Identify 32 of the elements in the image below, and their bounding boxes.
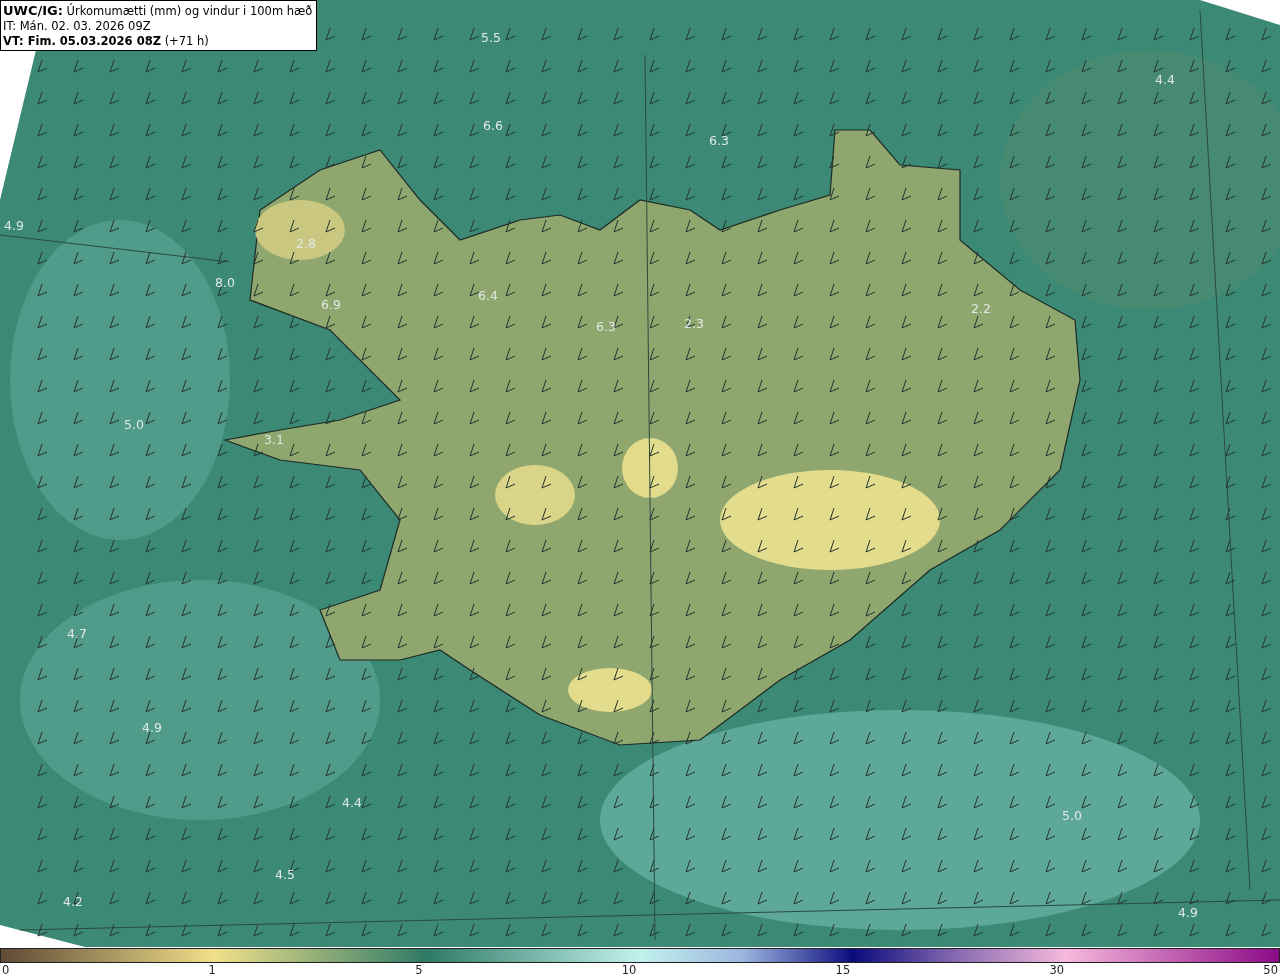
colorbar-tick-label: 15 — [835, 963, 851, 977]
value-label: 5.5 — [481, 31, 501, 45]
value-label: 4.9 — [1178, 906, 1198, 920]
value-label: 4.2 — [63, 895, 83, 909]
value-label: 3.1 — [264, 433, 284, 447]
value-label: 4.5 — [275, 868, 295, 882]
value-label: 4.7 — [67, 627, 87, 641]
value-label: 5.0 — [1062, 809, 1082, 823]
value-label: 2.8 — [296, 237, 316, 251]
value-label: 2.2 — [971, 302, 991, 316]
value-label: 8.0 — [215, 276, 235, 290]
colorbar-tick-label: 1 — [208, 963, 216, 977]
value-label: 4.4 — [342, 796, 362, 810]
value-label: 6.3 — [709, 134, 729, 148]
map-title: Úrkomumætti (mm) og vindur i 100m hæð — [66, 4, 313, 18]
value-label: 4.4 — [1155, 73, 1175, 87]
product-code: UWC/IG: — [3, 3, 63, 18]
value-label: 6.6 — [483, 119, 503, 133]
value-label: 4.9 — [4, 219, 24, 233]
value-label: 5.0 — [124, 418, 144, 432]
colorbar-tick-label: 50 — [1263, 963, 1278, 977]
value-label: 6.9 — [321, 298, 341, 312]
colorbar-tick-label: 10 — [621, 963, 637, 977]
colorbar-tick-label: 30 — [1049, 963, 1065, 977]
lead-time: (+71 h) — [164, 34, 209, 48]
value-label: 6.3 — [596, 320, 616, 334]
valid-time: VT: Fim. 05.03.2026 08Z — [3, 34, 161, 48]
issue-time: IT: Mán. 02. 03. 2026 09Z — [3, 19, 151, 33]
value-label: 6.4 — [478, 289, 498, 303]
colorbar-tick-label: 0 — [2, 963, 10, 977]
value-label: 4.9 — [142, 721, 162, 735]
colorbar-tick-label: 5 — [415, 963, 423, 977]
